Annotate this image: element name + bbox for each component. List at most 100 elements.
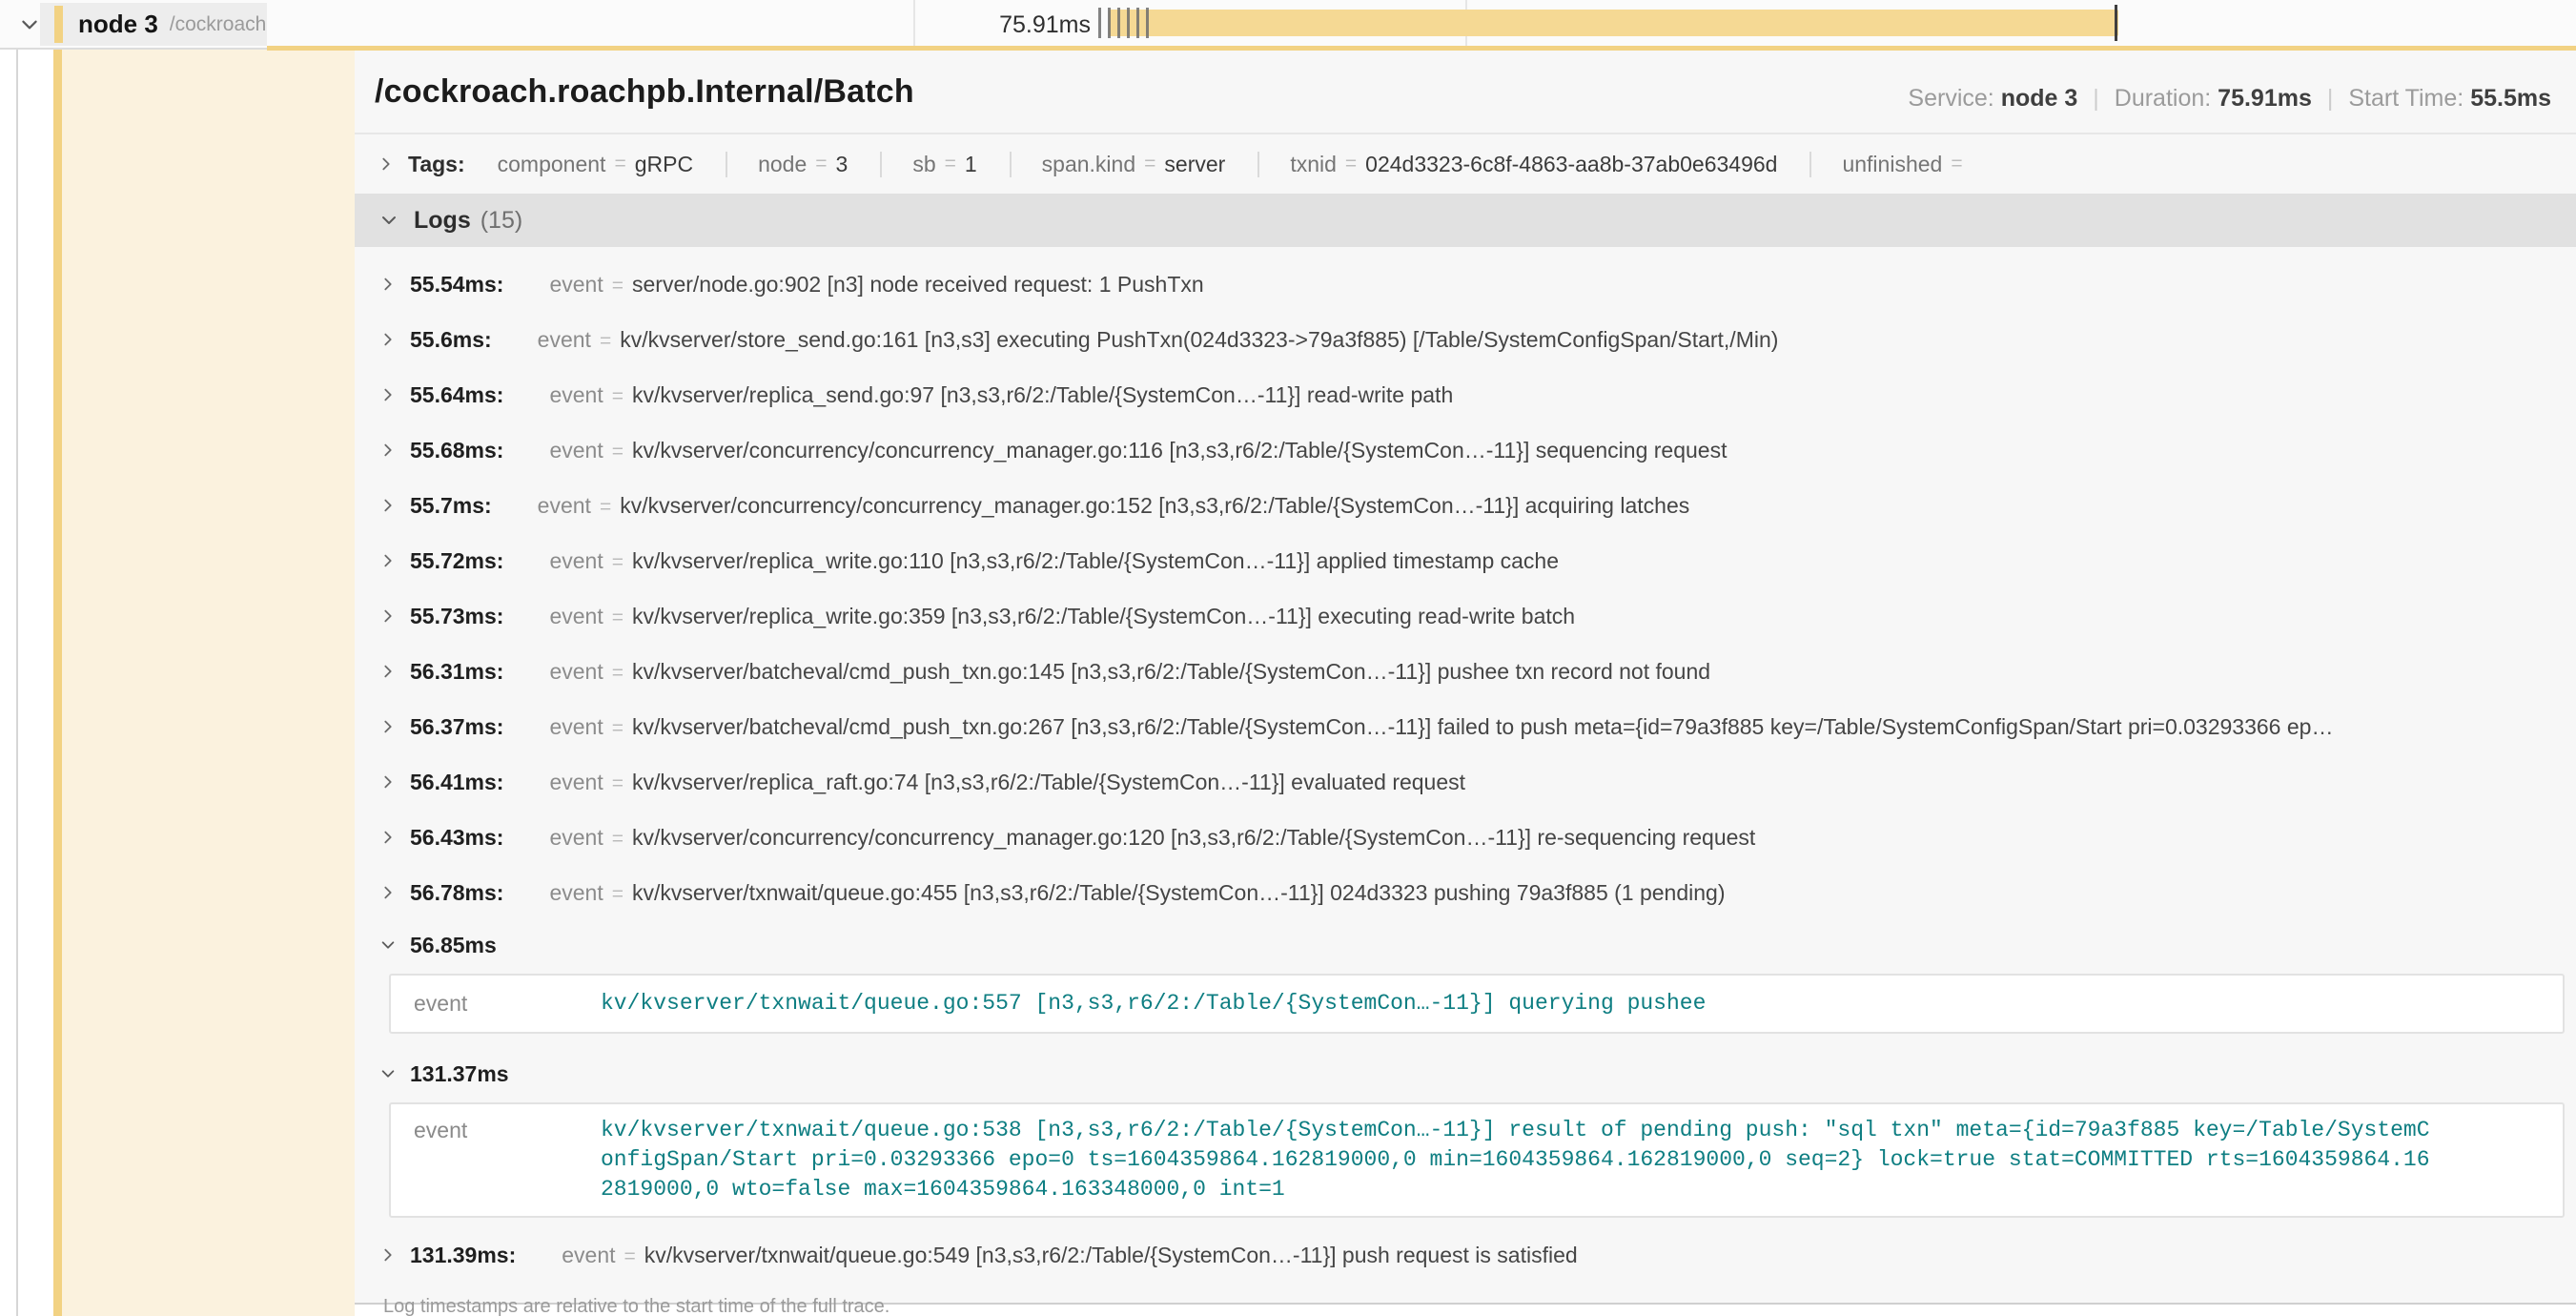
log-fields-table: event kv/kvserver/txnwait/queue.go:538 […	[389, 1102, 2565, 1218]
log-event: event=kv/kvserver/replica_write.go:110 […	[549, 548, 1559, 574]
tag-item: sb=1	[880, 152, 976, 177]
logs-list: 55.54ms: event=server/node.go:902 [n3] n…	[355, 247, 2576, 1316]
log-field-value: kv/kvserver/txnwait/queue.go:538 [n3,s3,…	[601, 1116, 2431, 1204]
log-row[interactable]: 55.6ms: event=kv/kvserver/store_send.go:…	[355, 312, 2576, 367]
tags-toggle-row[interactable]: Tags: component=gRPC node=3 sb=1 span.ki…	[355, 134, 2576, 194]
tag-item: component=gRPC	[498, 152, 693, 177]
log-field-value: kv/kvserver/txnwait/queue.go:557 [n3,s3,…	[601, 989, 1706, 1018]
log-timestamp: 56.37ms:	[410, 714, 503, 740]
log-event: event=server/node.go:902 [n3] node recei…	[549, 272, 1203, 298]
chevron-right-icon	[379, 773, 397, 791]
log-entry-expanded: 131.37ms event kv/kvserver/txnwait/queue…	[355, 1049, 2576, 1218]
span-detail-panel: /cockroach.roachpb.Internal/Batch Servic…	[355, 51, 2576, 1305]
log-timestamp: 55.7ms:	[410, 493, 492, 519]
span-service-name: node 3	[78, 10, 158, 39]
log-timestamp: 56.78ms:	[410, 880, 503, 906]
logs-footer-note: Log timestamps are relative to the start…	[355, 1283, 2576, 1316]
log-event: event=kv/kvserver/replica_write.go:359 […	[549, 604, 1575, 629]
log-event: event=kv/kvserver/replica_raft.go:74 [n3…	[549, 770, 1465, 795]
chevron-right-icon	[379, 386, 397, 403]
chevron-down-icon[interactable]	[19, 14, 40, 35]
duration-label: Duration:	[2115, 85, 2211, 112]
start-time-value: 55.5ms	[2470, 85, 2551, 112]
tag-item: unfinished=	[1809, 152, 1971, 177]
chevron-right-icon	[379, 829, 397, 846]
log-timestamp: 56.31ms:	[410, 659, 503, 685]
span-operation-name: /cockroach.roach…	[170, 13, 267, 36]
log-event: event=kv/kvserver/concurrency/concurrenc…	[549, 438, 1727, 463]
chevron-right-icon	[379, 331, 397, 348]
logs-section: Logs (15) 55.54ms: event=server/node.go:…	[355, 194, 2576, 1316]
log-timestamp: 56.43ms:	[410, 825, 503, 851]
selected-span-highlight-column	[62, 50, 355, 1316]
tag-item: span.kind=server	[1010, 152, 1226, 177]
log-row[interactable]: 56.78ms: event=kv/kvserver/txnwait/queue…	[355, 865, 2576, 920]
log-event: event=kv/kvserver/batcheval/cmd_push_txn…	[549, 659, 1710, 685]
left-rail-divider	[16, 0, 18, 1316]
span-detail-header: /cockroach.roachpb.Internal/Batch Servic…	[355, 51, 2576, 134]
log-event: event=kv/kvserver/batcheval/cmd_push_txn…	[549, 714, 2333, 740]
log-fields-table: event kv/kvserver/txnwait/queue.go:557 […	[389, 974, 2565, 1034]
log-timestamp: 55.68ms:	[410, 438, 503, 463]
log-event: event=kv/kvserver/concurrency/concurrenc…	[538, 493, 1690, 519]
chevron-down-icon	[379, 936, 397, 954]
log-row[interactable]: 56.41ms: event=kv/kvserver/replica_raft.…	[355, 754, 2576, 810]
chevron-right-icon	[379, 607, 397, 625]
topbar-divider	[0, 48, 267, 50]
log-row[interactable]: 56.31ms: event=kv/kvserver/batcheval/cmd…	[355, 644, 2576, 699]
log-row[interactable]: 56.43ms: event=kv/kvserver/concurrency/c…	[355, 810, 2576, 865]
log-row[interactable]: 131.39ms: event=kv/kvserver/txnwait/queu…	[355, 1227, 2576, 1283]
span-duration-label: 75.91ms	[887, 0, 1091, 50]
start-time-label: Start Time:	[2348, 85, 2464, 112]
log-row[interactable]: 55.73ms: event=kv/kvserver/replica_write…	[355, 588, 2576, 644]
log-timestamp: 131.37ms	[410, 1061, 509, 1087]
chevron-right-icon	[379, 718, 397, 735]
log-timestamp: 55.64ms:	[410, 382, 503, 408]
tags-label: Tags:	[408, 152, 465, 177]
chevron-right-icon	[378, 155, 395, 173]
log-row-expanded-header[interactable]: 131.37ms	[355, 1049, 2576, 1099]
duration-value: 75.91ms	[2218, 85, 2312, 112]
log-row[interactable]: 55.64ms: event=kv/kvserver/replica_send.…	[355, 367, 2576, 422]
log-row[interactable]: 55.54ms: event=server/node.go:902 [n3] n…	[355, 257, 2576, 312]
log-row[interactable]: 56.37ms: event=kv/kvserver/batcheval/cmd…	[355, 699, 2576, 754]
trace-detail-page: node 3 /cockroach.roach… 75.91ms /cockro…	[0, 0, 2576, 1316]
log-timestamp: 55.54ms:	[410, 272, 503, 298]
span-color-accent	[53, 3, 62, 1316]
span-tab-accent	[54, 6, 63, 43]
log-timestamp: 56.41ms:	[410, 770, 503, 795]
log-timestamp: 55.6ms:	[410, 327, 492, 353]
log-field-key: event	[391, 989, 601, 1018]
tag-item: node=3	[726, 152, 848, 177]
logs-header-bar[interactable]: Logs (15)	[355, 194, 2576, 247]
chevron-right-icon	[379, 663, 397, 680]
log-row-expanded-header[interactable]: 56.85ms	[355, 920, 2576, 970]
chevron-right-icon	[379, 1246, 397, 1264]
chevron-down-icon	[379, 1065, 397, 1082]
log-event: event=kv/kvserver/concurrency/concurrenc…	[549, 825, 1755, 851]
log-row[interactable]: 55.72ms: event=kv/kvserver/replica_write…	[355, 533, 2576, 588]
logs-title: Logs	[414, 207, 471, 235]
log-event: event=kv/kvserver/replica_send.go:97 [n3…	[549, 382, 1453, 408]
log-event: event=kv/kvserver/store_send.go:161 [n3,…	[538, 327, 1779, 353]
log-field-key: event	[391, 1116, 601, 1204]
log-event: event=kv/kvserver/txnwait/queue.go:455 […	[549, 880, 1725, 906]
span-overview: Service: node 3|Duration: 75.91ms|Start …	[1908, 85, 2551, 113]
log-row[interactable]: 55.68ms: event=kv/kvserver/concurrency/c…	[355, 422, 2576, 478]
log-field-row: event kv/kvserver/txnwait/queue.go:538 […	[391, 1104, 2563, 1216]
log-timestamp: 55.73ms:	[410, 604, 503, 629]
log-timestamp: 55.72ms:	[410, 548, 503, 574]
span-name-tab[interactable]: node 3 /cockroach.roach…	[40, 3, 267, 46]
log-field-row: event kv/kvserver/txnwait/queue.go:557 […	[391, 976, 2563, 1032]
logs-count: (15)	[480, 207, 522, 235]
log-entry-expanded: 56.85ms event kv/kvserver/txnwait/queue.…	[355, 920, 2576, 1034]
chevron-right-icon	[379, 442, 397, 459]
log-tick-mark-end	[2115, 5, 2117, 41]
log-timestamp: 131.39ms:	[410, 1243, 516, 1268]
log-timestamp: 56.85ms	[410, 933, 497, 958]
chevron-right-icon	[379, 884, 397, 901]
span-duration-bar[interactable]	[1109, 10, 2118, 36]
log-row[interactable]: 55.7ms: event=kv/kvserver/concurrency/co…	[355, 478, 2576, 533]
service-label: Service:	[1908, 85, 1993, 112]
chevron-right-icon	[379, 497, 397, 514]
